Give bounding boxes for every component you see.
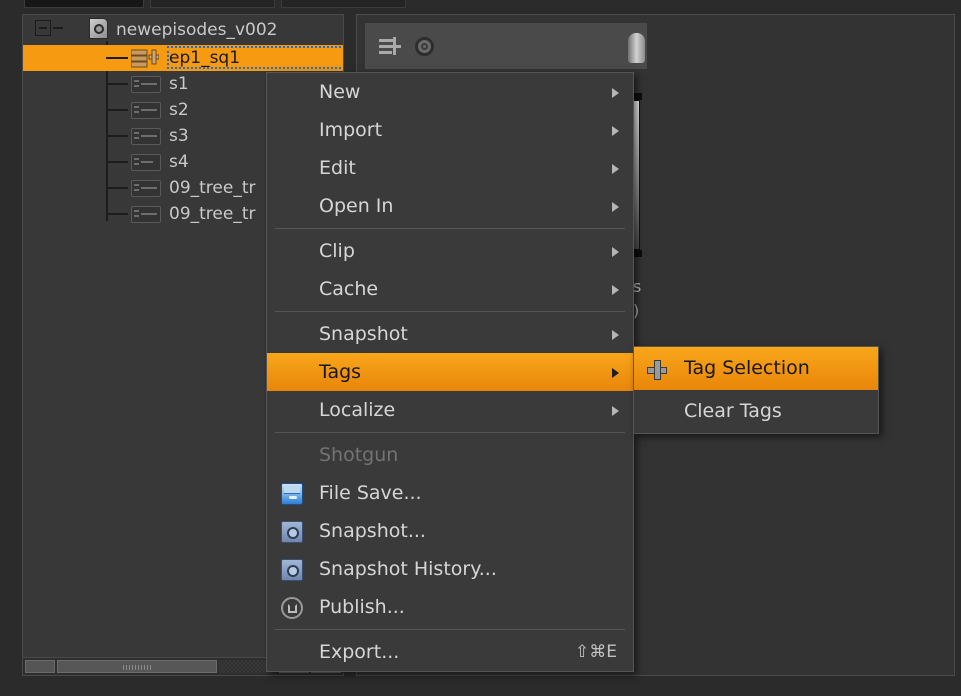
menu-item-tags[interactable]: Tags (267, 353, 633, 391)
clip-icon (131, 180, 161, 197)
tree-connector (106, 135, 128, 137)
tree-connector (106, 109, 128, 111)
menu-separator (275, 311, 625, 312)
menu-item-label: Cache (319, 278, 378, 300)
top-tab-strip (0, 0, 961, 10)
menu-item-label: Shotgun (319, 444, 398, 466)
menu-item-label: Snapshot (319, 323, 408, 345)
menu-item-label: Clip (319, 240, 355, 262)
top-tab-1[interactable] (24, 0, 144, 8)
sliders-icon[interactable] (379, 37, 401, 55)
menu-item-snapshot[interactable]: Snapshot... (267, 512, 633, 550)
tree-connector (53, 27, 63, 29)
submenu-item-clear-tags[interactable]: Clear Tags (634, 390, 878, 433)
menu-item-publish[interactable]: Publish... (267, 588, 633, 626)
chevron-right-icon (612, 247, 619, 257)
clip-icon (131, 154, 161, 171)
menu-item-snapshot-submenu[interactable]: Snapshot (267, 315, 633, 353)
menu-item-label: Edit (319, 157, 356, 179)
tree-connector (106, 161, 128, 163)
menu-item-label: File Save... (319, 482, 422, 504)
menu-item-label: Snapshot... (319, 520, 426, 542)
menu-separator (275, 629, 625, 630)
menu-separator (275, 228, 625, 229)
tree-root-label: newepisodes_v002 (116, 15, 277, 45)
sequence-add-icon (131, 49, 159, 68)
file-cabinet-icon (281, 483, 303, 505)
tree-item-label: s4 (169, 149, 189, 175)
tree-connector (106, 83, 128, 85)
folder-clock-icon (281, 559, 303, 581)
menu-item-shotgun: Shotgun (267, 436, 633, 474)
menu-separator (275, 432, 625, 433)
chevron-right-icon (612, 202, 619, 212)
tree-item-label: 09_tree_tr (169, 201, 256, 227)
menu-item-label: Publish... (319, 596, 405, 618)
chevron-right-icon (612, 285, 619, 295)
submenu-item-label: Tag Selection (684, 357, 810, 379)
menu-item-label: Open In (319, 195, 393, 217)
panel-text-fragment-1: s (633, 277, 641, 296)
submenu-item-label: Clear Tags (684, 400, 782, 422)
tree-item-label: s1 (169, 71, 189, 97)
scroll-left-button[interactable] (25, 660, 55, 673)
menu-item-label: Tags (319, 361, 361, 383)
submenu-item-tag-selection[interactable]: Tag Selection (634, 347, 878, 390)
publish-icon (281, 597, 303, 619)
pin-icon[interactable] (628, 33, 645, 63)
menu-item-cache[interactable]: Cache (267, 270, 633, 308)
menu-item-open-in[interactable]: Open In (267, 187, 633, 225)
tree-item-label: ep1_sq1 (169, 45, 240, 71)
chevron-right-icon (612, 368, 619, 378)
tree-item-label: s2 (169, 97, 189, 123)
menu-item-label: New (319, 81, 360, 103)
tree-row-ep1-sq1[interactable]: ep1_sq1 (23, 45, 343, 71)
right-panel-toolbar (365, 23, 647, 69)
tree-item-label: s3 (169, 123, 189, 149)
target-icon[interactable] (415, 37, 434, 56)
menu-item-clip[interactable]: Clip (267, 232, 633, 270)
menu-item-import[interactable]: Import (267, 111, 633, 149)
top-tab-3[interactable] (281, 0, 406, 8)
tree-item-label: 09_tree_tr (169, 175, 256, 201)
chevron-right-icon (612, 164, 619, 174)
menu-item-label: Localize (319, 399, 395, 421)
clip-icon (131, 128, 161, 145)
tree-row-root[interactable]: newepisodes_v002 (23, 15, 343, 45)
chevron-right-icon (612, 126, 619, 136)
chevron-right-icon (612, 406, 619, 416)
chevron-right-icon (612, 330, 619, 340)
chevron-right-icon (612, 88, 619, 98)
menu-item-label: Import (319, 119, 382, 141)
scroll-track[interactable] (219, 660, 273, 673)
top-tab-2[interactable] (150, 0, 275, 8)
menu-item-label: Export... (319, 641, 399, 663)
menu-item-edit[interactable]: Edit (267, 149, 633, 187)
tags-submenu[interactable]: Tag Selection Clear Tags (633, 346, 879, 434)
plus-icon (647, 360, 667, 380)
menu-item-export[interactable]: Export... ⇧⌘E (267, 633, 633, 671)
menu-item-file-save[interactable]: File Save... (267, 474, 633, 512)
scroll-thumb[interactable] (57, 660, 217, 673)
tree-connector (106, 57, 128, 59)
clip-icon (131, 206, 161, 223)
menu-item-snapshot-history[interactable]: Snapshot History... (267, 550, 633, 588)
menu-item-shortcut: ⇧⌘E (575, 633, 617, 671)
menu-item-new[interactable]: New (267, 73, 633, 111)
menu-item-localize[interactable]: Localize (267, 391, 633, 429)
tree-connector (106, 187, 128, 189)
document-circle-icon (89, 18, 108, 39)
clip-icon (131, 102, 161, 119)
context-menu[interactable]: New Import Edit Open In Clip Cache Snaps… (266, 72, 634, 672)
collapse-toggle-icon[interactable] (35, 20, 51, 36)
folder-clock-icon (281, 521, 303, 543)
application-window: s ) newepisodes_v002 (0, 0, 961, 696)
tree-connector (106, 213, 128, 215)
clip-icon (131, 76, 161, 93)
menu-item-label: Snapshot History... (319, 558, 497, 580)
